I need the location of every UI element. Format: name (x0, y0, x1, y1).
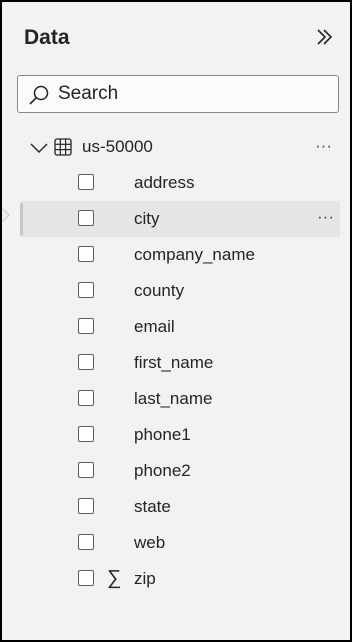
search-icon (29, 85, 49, 105)
field-name: state (134, 497, 171, 516)
field-checkbox[interactable] (78, 282, 94, 298)
data-pane: Data us-50000 ··· address city ··· company_… (2, 2, 350, 640)
field-name: city (134, 209, 160, 228)
field-item-address[interactable]: address (20, 165, 340, 201)
field-checkbox[interactable] (78, 246, 94, 262)
field-name: phone1 (134, 425, 191, 444)
field-checkbox[interactable] (78, 498, 94, 514)
field-item-phone2[interactable]: phone2 (20, 453, 340, 489)
field-item-first-name[interactable]: first_name (20, 345, 340, 381)
field-name: county (134, 281, 185, 300)
field-name: phone2 (134, 461, 191, 480)
table-name: us-50000 (82, 137, 153, 156)
field-name: zip (134, 569, 156, 588)
field-name: last_name (134, 389, 213, 408)
field-name: web (134, 533, 166, 552)
collapse-indicator-icon (2, 208, 10, 222)
field-item-city[interactable]: city ··· (20, 201, 340, 237)
chevron-down-icon[interactable] (30, 141, 48, 155)
field-item-zip[interactable]: ∑ zip (20, 561, 340, 597)
field-item-state[interactable]: state (20, 489, 340, 525)
field-name: first_name (134, 353, 214, 372)
field-checkbox[interactable] (78, 174, 94, 190)
field-item-email[interactable]: email (20, 309, 340, 345)
search-input[interactable] (58, 82, 328, 106)
field-checkbox[interactable] (78, 426, 94, 442)
field-checkbox[interactable] (78, 462, 94, 478)
field-checkbox[interactable] (78, 570, 94, 586)
field-checkbox[interactable] (78, 354, 94, 370)
field-item-last-name[interactable]: last_name (20, 381, 340, 417)
field-item-county[interactable]: county (20, 273, 340, 309)
field-item-web[interactable]: web (20, 525, 340, 561)
table-more-options-button[interactable]: ··· (315, 136, 332, 156)
double-chevron-right-icon (317, 29, 333, 45)
field-name: email (134, 317, 175, 336)
field-checkbox[interactable] (78, 210, 94, 226)
search-box[interactable] (17, 75, 339, 113)
table-icon (54, 138, 72, 156)
field-more-options-button[interactable]: ··· (317, 207, 334, 227)
sigma-icon: ∑ (107, 567, 122, 589)
table-node[interactable]: us-50000 ··· (2, 134, 350, 162)
field-checkbox[interactable] (78, 390, 94, 406)
field-checkbox[interactable] (78, 534, 94, 550)
field-item-phone1[interactable]: phone1 (20, 417, 340, 453)
field-item-company-name[interactable]: company_name (20, 237, 340, 273)
field-name: company_name (134, 245, 255, 264)
field-name: address (134, 173, 195, 192)
field-checkbox[interactable] (78, 318, 94, 334)
pane-title: Data (24, 26, 70, 49)
expand-pane-button[interactable] (313, 25, 337, 49)
